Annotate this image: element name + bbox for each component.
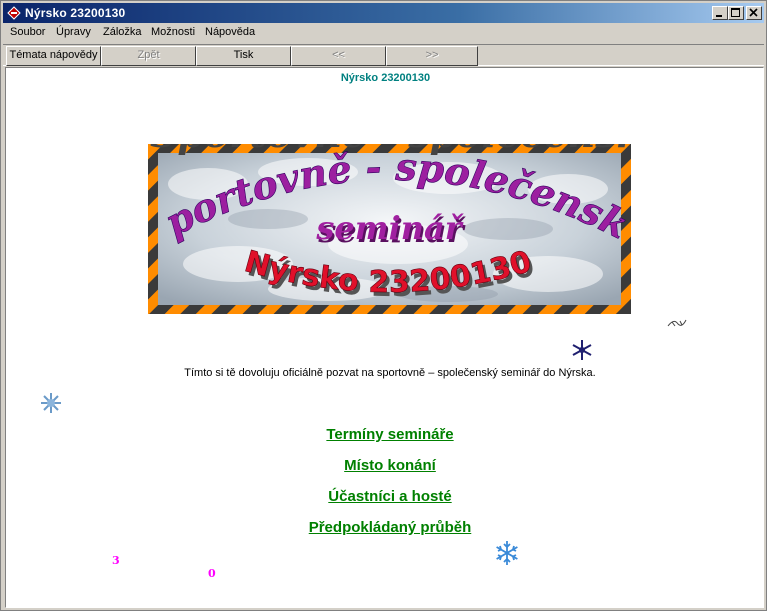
menu-bar: Soubor Úpravy Záložka Možnosti Nápověda bbox=[3, 23, 764, 42]
counter-digit: 0 bbox=[208, 567, 216, 580]
window-title: Nýrsko 23200130 bbox=[25, 6, 126, 20]
previous-button[interactable]: << bbox=[291, 46, 386, 66]
link-terminy-seminare[interactable]: Termíny semináře bbox=[6, 426, 763, 443]
topics-button[interactable]: Témata nápovědy bbox=[6, 46, 101, 66]
page-title: Nýrsko 23200130 bbox=[340, 72, 431, 84]
back-button[interactable]: Zpět bbox=[101, 46, 196, 66]
snowflake-icon bbox=[496, 541, 518, 565]
menu-zalozka[interactable]: Záložka bbox=[103, 26, 142, 38]
link-misto-konani[interactable]: Místo konání bbox=[6, 457, 763, 474]
toolbar: Témata nápovědy Zpět Tisk << >> bbox=[3, 44, 764, 66]
menu-moznosti[interactable]: Možnosti bbox=[151, 26, 195, 38]
link-ucastnici-a-hoste[interactable]: Účastníci a hosté bbox=[6, 488, 763, 505]
snowflake-icon bbox=[667, 319, 687, 327]
link-predpokladany-prubeh[interactable]: Předpokládaný průběh bbox=[6, 519, 763, 536]
close-button[interactable] bbox=[746, 6, 762, 20]
counter-digit: 3 bbox=[112, 554, 120, 567]
maximize-button[interactable] bbox=[728, 6, 744, 20]
snowflake-icon bbox=[41, 393, 61, 413]
banner-line-2: seminář bbox=[315, 209, 463, 247]
help-window: Nýrsko 23200130 Soubor Úpravy Záložka Mo… bbox=[0, 0, 767, 611]
title-bar[interactable]: Nýrsko 23200130 bbox=[3, 3, 764, 23]
print-button[interactable]: Tisk bbox=[196, 46, 291, 66]
next-button[interactable]: >> bbox=[386, 46, 478, 66]
maximize-icon bbox=[731, 8, 740, 17]
menu-upravy[interactable]: Úpravy bbox=[56, 26, 91, 38]
help-book-icon bbox=[7, 6, 21, 20]
close-icon bbox=[749, 8, 758, 17]
invitation-text: Tímto si tě dovoluju oficiálně pozvat na… bbox=[184, 367, 596, 379]
seminar-banner: Sportovně - společensky Sportovně - spol… bbox=[148, 144, 631, 314]
snowflake-icon bbox=[572, 340, 592, 360]
menu-soubor[interactable]: Soubor bbox=[10, 26, 45, 38]
minimize-icon bbox=[716, 15, 722, 17]
help-content[interactable]: Nýrsko 23200130 portovně - společens sem… bbox=[5, 67, 764, 608]
menu-napoveda[interactable]: Nápověda bbox=[205, 26, 255, 38]
minimize-button[interactable] bbox=[712, 6, 728, 20]
